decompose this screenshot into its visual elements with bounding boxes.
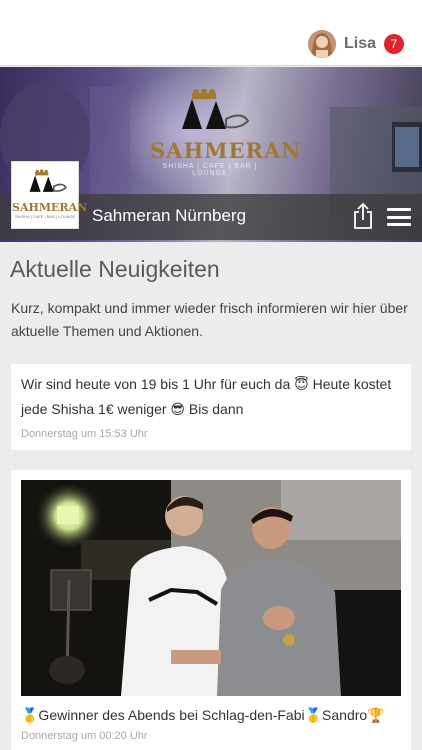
- share-icon: [354, 202, 372, 229]
- post-text: Wir sind heute von 19 bis 1 Uhr für euch…: [21, 376, 392, 417]
- share-button[interactable]: [351, 202, 375, 229]
- hero-logo: SAHMERAN SHISHA | CAFE | BAR | LOUNGE: [150, 88, 302, 177]
- menu-bar: [387, 208, 411, 211]
- post-time: Donnerstag um 00:20 Uhr: [21, 730, 148, 742]
- post-caption: 🥇Gewinner des Abends bei Schlag-den-Fabi…: [21, 707, 385, 723]
- username[interactable]: Lisa: [344, 35, 376, 53]
- avatar[interactable]: [307, 30, 336, 58]
- crown-logo-icon: [29, 169, 67, 192]
- venue-logo-subtext: SHISHA | CAFE | BAR | LOUNGE: [14, 214, 76, 219]
- menu-bar: [387, 223, 411, 226]
- notification-badge[interactable]: 7: [384, 34, 404, 54]
- post-photo[interactable]: [21, 480, 401, 696]
- crown-logo-icon: [182, 88, 250, 129]
- post-time: Donnerstag um 15:53 Uhr: [21, 428, 148, 440]
- hero-logo-subtext: SHISHA | CAFE | BAR | LOUNGE: [162, 163, 258, 177]
- menu-bar: [387, 215, 411, 219]
- news-post[interactable]: Wir sind heute von 19 bis 1 Uhr für euch…: [11, 364, 411, 450]
- section-description: Kurz, kompakt und immer wieder frisch in…: [11, 300, 408, 339]
- venue-logo-text: SAHMERAN: [12, 201, 88, 214]
- section-title: Aktuelle Neuigkeiten: [10, 256, 220, 282]
- news-post[interactable]: 🥇Gewinner des Abends bei Schlag-den-Fabi…: [11, 470, 411, 750]
- venue-name: Sahmeran Nürnberg: [92, 206, 247, 225]
- hero-logo-text: SAHMERAN: [150, 138, 302, 163]
- post-photo-image: [21, 480, 401, 696]
- user-menu[interactable]: Lisa 7: [307, 29, 404, 59]
- venue-logo[interactable]: SAHMERAN SHISHA | CAFE | BAR | LOUNGE: [11, 161, 88, 229]
- top-bar: Lisa 7: [0, 0, 422, 66]
- hamburger-menu-button[interactable]: [387, 208, 411, 226]
